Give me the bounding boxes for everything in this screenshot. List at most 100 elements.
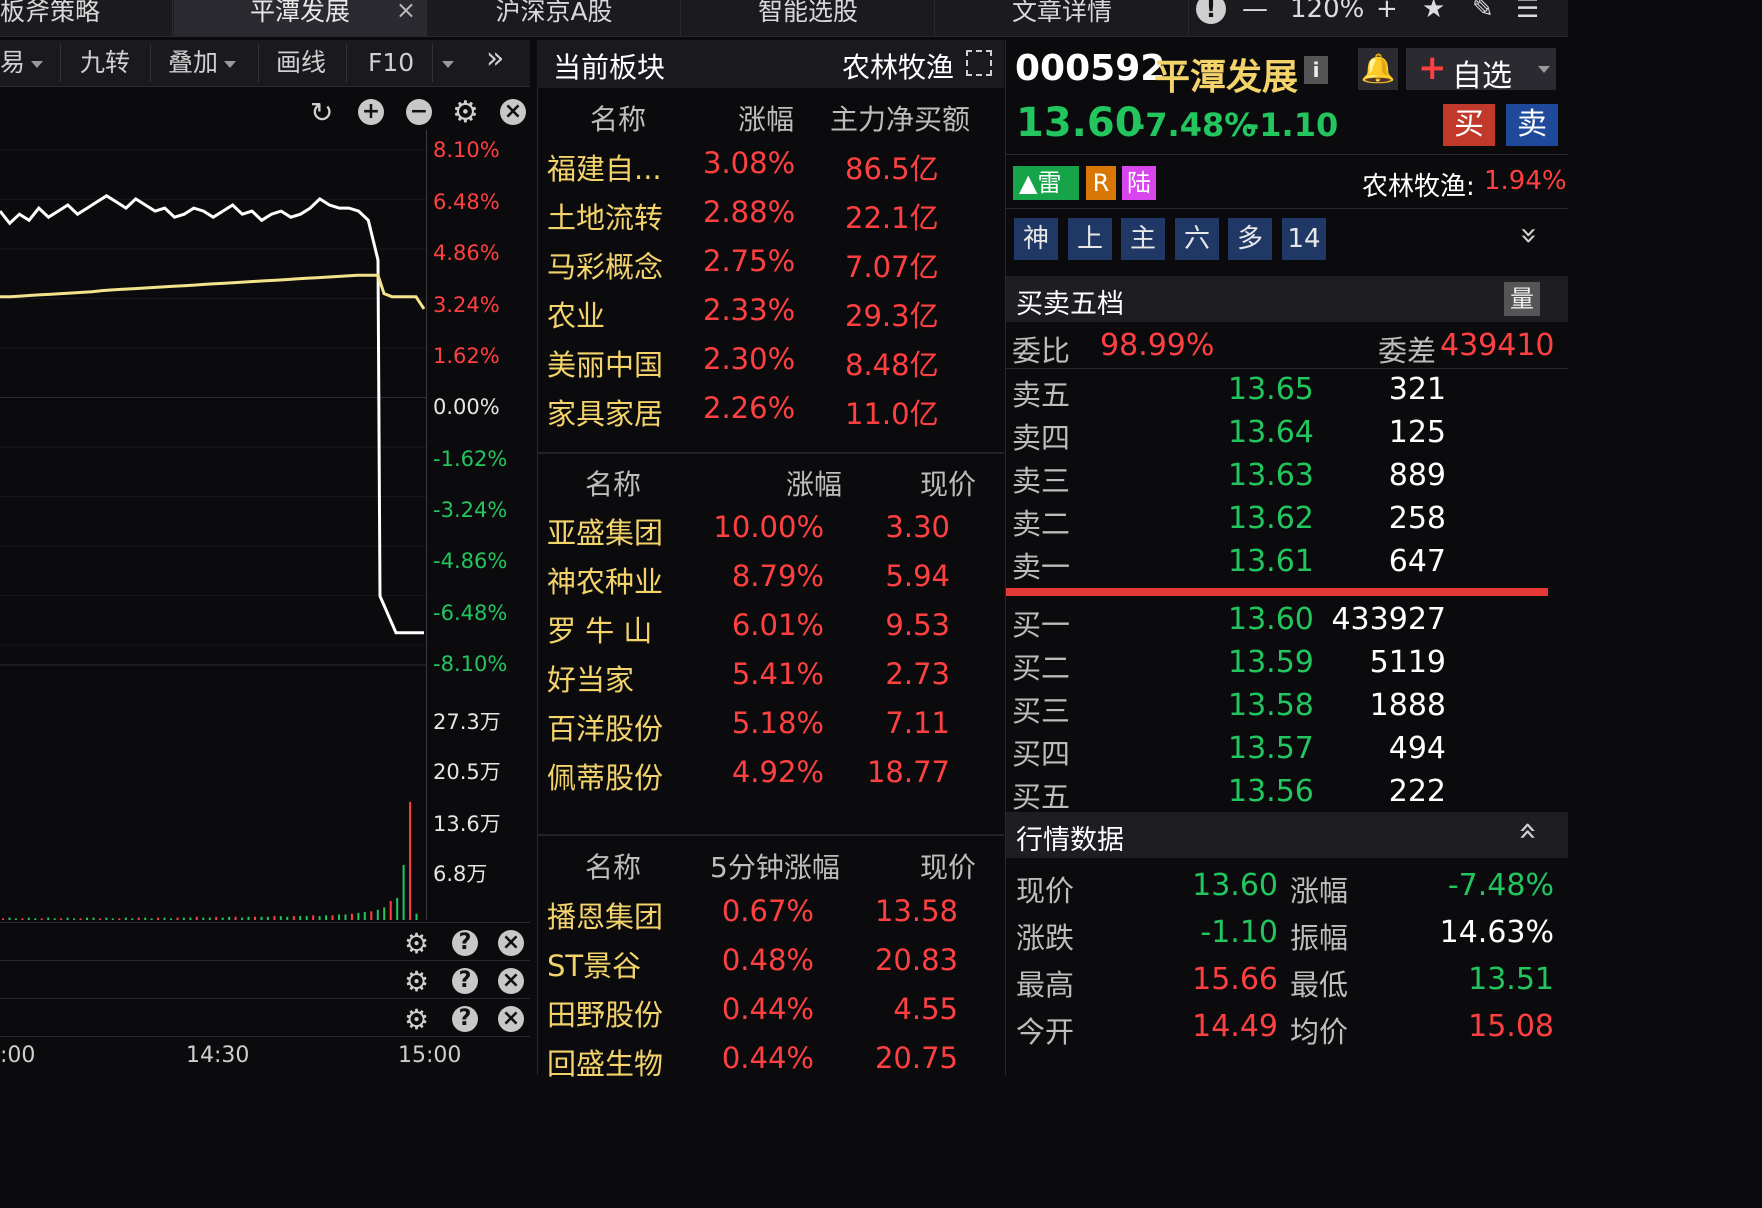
table-row[interactable]: 播恩集团 0.67% 13.58 <box>537 894 1004 940</box>
nine-turn-button[interactable]: 九转 <box>80 46 130 80</box>
gear-icon[interactable]: ⚙ <box>452 95 479 130</box>
pen-icon[interactable]: ✎ <box>1472 0 1494 24</box>
table-row[interactable]: 田野股份 0.44% 4.55 <box>537 992 1004 1038</box>
help-icon[interactable]: ? <box>452 930 478 956</box>
list-icon[interactable]: ☰ <box>1516 0 1539 24</box>
volume-bar <box>27 917 30 920</box>
r-badge[interactable]: R <box>1086 166 1116 200</box>
sector-label[interactable]: 农林牧渔: <box>1362 166 1475 203</box>
lugutong-badge[interactable]: 陆 <box>1122 166 1156 200</box>
bell-icon[interactable]: 🔔 <box>1358 48 1398 90</box>
divider <box>346 44 347 82</box>
table-row[interactable]: 福建自... 3.08% 86.5亿 <box>537 146 1004 192</box>
y-tick: 4.86% <box>433 241 500 265</box>
ask-row[interactable]: 卖二 13.62 258 <box>1006 501 1568 543</box>
intraday-chart[interactable] <box>0 130 430 930</box>
close-icon[interactable]: × <box>396 0 416 22</box>
risk-badge[interactable]: ▲雷 <box>1013 166 1079 200</box>
table-row[interactable]: 回盛生物 0.44% 20.75 <box>537 1041 1004 1087</box>
ask-row[interactable]: 卖四 13.64 125 <box>1006 415 1568 457</box>
col-header-name[interactable]: 名称 <box>590 98 646 138</box>
table-row[interactable]: 神农种业 8.79% 5.94 <box>537 559 1004 605</box>
tag-duo[interactable]: 多 <box>1228 218 1272 260</box>
col-header-name[interactable]: 名称 <box>585 846 641 886</box>
close-icon[interactable]: × <box>498 968 524 994</box>
zoom-out-icon[interactable]: − <box>406 99 432 125</box>
col-header-5min-change[interactable]: 5分钟涨幅 <box>710 846 840 886</box>
zoom-out-icon[interactable]: — <box>1242 0 1268 24</box>
close-icon[interactable]: × <box>498 1006 524 1032</box>
zoom-in-icon[interactable]: + <box>358 99 384 125</box>
col-header-name[interactable]: 名称 <box>585 463 641 503</box>
table-row[interactable]: 马彩概念 2.75% 7.07亿 <box>537 244 1004 290</box>
col-header-price[interactable]: 现价 <box>920 463 976 503</box>
undo-icon[interactable]: ↻ <box>310 96 333 129</box>
table-row[interactable]: 美丽中国 2.30% 8.48亿 <box>537 342 1004 388</box>
gear-icon[interactable]: ⚙ <box>404 1003 429 1036</box>
draw-line-button[interactable]: 画线 <box>276 46 326 80</box>
volume-tick: 20.5万 <box>433 760 501 784</box>
table-row[interactable]: 罗 牛 山 6.01% 9.53 <box>537 608 1004 654</box>
col-header-price[interactable]: 现价 <box>920 846 976 886</box>
bid-row[interactable]: 买二 13.59 5119 <box>1006 645 1568 687</box>
star-icon[interactable]: ★ <box>1422 0 1445 24</box>
overlay-button[interactable]: 叠加 <box>168 46 237 80</box>
bid-row[interactable]: 买五 13.56 222 <box>1006 774 1568 816</box>
info-icon[interactable]: i <box>1304 56 1328 84</box>
bid-row[interactable]: 买四 13.57 494 <box>1006 731 1568 773</box>
zoom-level: 120% <box>1290 0 1365 24</box>
gear-icon[interactable]: ⚙ <box>404 927 429 960</box>
volume-toggle-button[interactable]: 量 <box>1504 282 1540 316</box>
help-icon[interactable]: ? <box>452 1006 478 1032</box>
tag-shen[interactable]: 神 <box>1014 218 1058 260</box>
bid-row[interactable]: 买三 13.58 1888 <box>1006 688 1568 730</box>
col-header-change[interactable]: 涨幅 <box>786 463 842 503</box>
gear-icon[interactable]: ⚙ <box>404 965 429 998</box>
tab-ashares[interactable]: 沪深京A股 <box>428 0 681 36</box>
help-icon[interactable]: ? <box>452 968 478 994</box>
buy-button[interactable]: 买 <box>1443 104 1495 146</box>
tag-14[interactable]: 14 <box>1282 218 1326 260</box>
volume-tick: 6.8万 <box>433 862 488 886</box>
table-row[interactable]: 好当家 5.41% 2.73 <box>537 657 1004 703</box>
tag-shang[interactable]: 上 <box>1068 218 1112 260</box>
sector-name: 美丽中国 <box>547 348 664 382</box>
trade-button[interactable]: 易 <box>0 46 44 80</box>
col-header-change[interactable]: 涨幅 <box>738 98 794 138</box>
table-row[interactable]: 佩蒂股份 4.92% 18.77 <box>537 755 1004 801</box>
col-header-amount[interactable]: 主力净买额 <box>830 98 970 138</box>
quote-value: 15.08 <box>1468 1009 1554 1044</box>
table-row[interactable]: 百洋股份 5.18% 7.11 <box>537 706 1004 752</box>
ask-row[interactable]: 卖一 13.61 647 <box>1006 544 1568 586</box>
collapse-up-icon[interactable]: » <box>1507 821 1545 841</box>
table-row[interactable]: 土地流转 2.88% 22.1亿 <box>537 195 1004 241</box>
add-watchlist-button[interactable]: + 自选 <box>1406 48 1556 94</box>
f10-button[interactable]: F10 <box>368 46 414 80</box>
table-row[interactable]: 农业 2.33% 29.3亿 <box>537 293 1004 339</box>
tab-article[interactable]: 文章详情 <box>936 0 1189 36</box>
current-sector-name[interactable]: 农林牧渔 <box>842 46 954 86</box>
table-row[interactable]: 亚盛集团 10.00% 3.30 <box>537 510 1004 556</box>
close-icon[interactable]: × <box>500 99 526 125</box>
sell-button[interactable]: 卖 <box>1506 104 1558 146</box>
table-row[interactable]: ST景谷 0.48% 20.83 <box>537 943 1004 989</box>
zoom-in-icon[interactable]: + <box>1376 0 1398 24</box>
ask-volume: 321 <box>1388 372 1446 407</box>
tag-zhu[interactable]: 主 <box>1121 218 1165 260</box>
ask-row[interactable]: 卖三 13.63 889 <box>1006 458 1568 500</box>
tag-liu[interactable]: 六 <box>1175 218 1219 260</box>
tab-strategy[interactable]: 板斧策略 <box>0 0 173 36</box>
tab-smart-pick[interactable]: 智能选股 <box>682 0 935 36</box>
close-icon[interactable]: × <box>498 930 524 956</box>
expand-down-icon[interactable]: » <box>1512 226 1547 244</box>
ask-row[interactable]: 卖五 13.65 321 <box>1006 372 1568 414</box>
more-dropdown[interactable] <box>436 46 454 80</box>
fullscreen-icon[interactable] <box>966 50 992 76</box>
expand-chevron-icon[interactable]: » <box>486 42 504 76</box>
info-icon[interactable]: ! <box>1196 0 1226 24</box>
table-row[interactable]: 家具家居 2.26% 11.0亿 <box>537 391 1004 437</box>
divider <box>0 998 530 999</box>
tab-pingtan[interactable]: 平潭发展 × <box>174 0 427 36</box>
bid-row[interactable]: 买一 13.60 433927 <box>1006 602 1568 644</box>
divider <box>0 960 530 961</box>
